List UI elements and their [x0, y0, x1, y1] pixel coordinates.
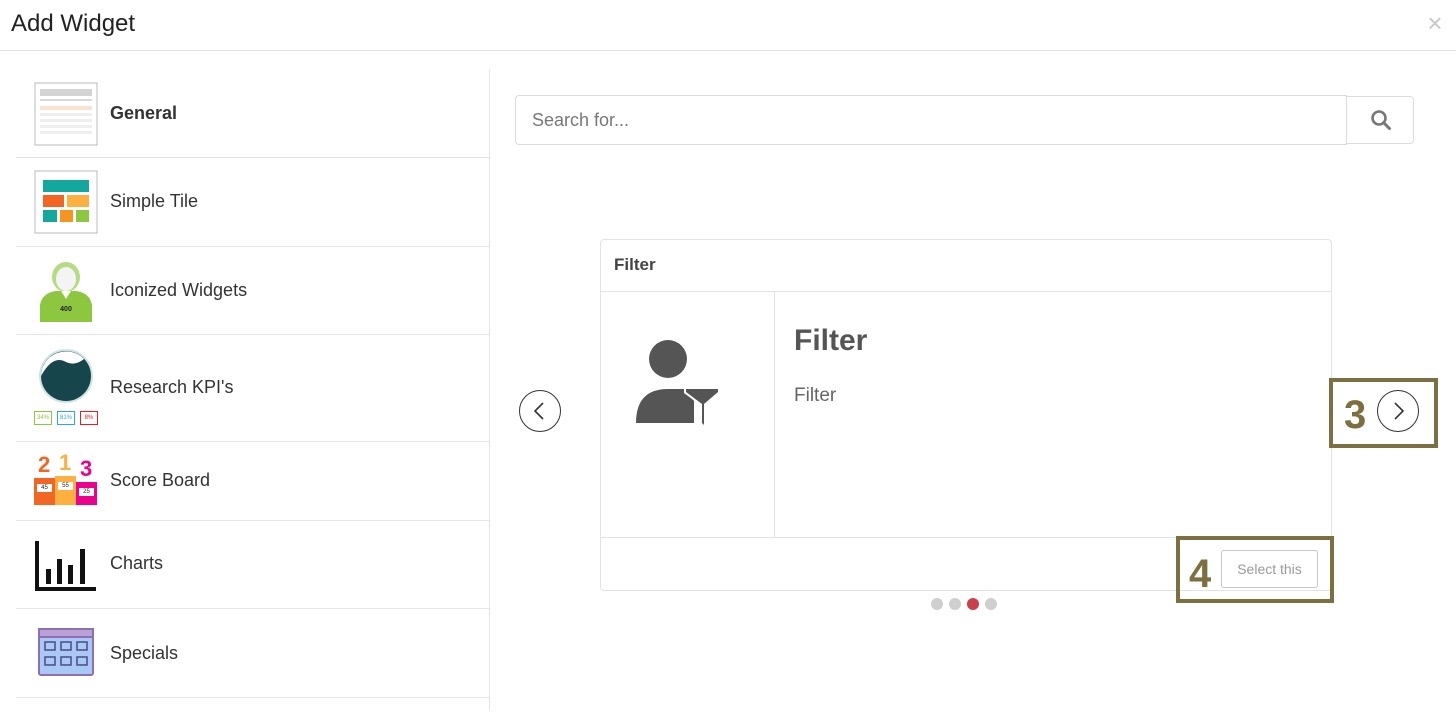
score-value: 45	[37, 484, 52, 492]
sidebar-item-research-kpis[interactable]: 34% 81% 8% Research KPI's	[16, 335, 489, 442]
sidebar-item-score-board[interactable]: 2 1 3 45 55 25 Score Board	[16, 442, 489, 521]
close-icon: ×	[1427, 8, 1443, 38]
close-button[interactable]: ×	[1424, 10, 1446, 36]
card-title: Filter	[794, 324, 868, 357]
general-thumbnail	[34, 82, 98, 146]
search-input[interactable]	[515, 95, 1347, 145]
carousel-dot[interactable]	[949, 598, 961, 610]
card-header: Filter	[601, 240, 1331, 292]
carousel-dot[interactable]	[985, 598, 997, 610]
sidebar-item-label: Iconized Widgets	[110, 280, 248, 300]
carousel-dot[interactable]	[931, 598, 943, 610]
sidebar-item-simple-tile[interactable]: Simple Tile	[16, 158, 489, 247]
search-button[interactable]	[1346, 96, 1414, 144]
dialog-title: Add Widget	[11, 10, 136, 37]
sidebar-item-label: Score Board	[110, 470, 211, 490]
annotation-number: 3	[1344, 393, 1367, 437]
dialog-header: Add Widget ×	[0, 0, 1456, 51]
kpi-badge: 81%	[57, 411, 75, 425]
annotation-number: 4	[1189, 552, 1212, 596]
sidebar-item-specials[interactable]: Specials	[16, 609, 489, 698]
score-rank: 3	[80, 456, 93, 481]
sidebar-item-label: General	[110, 103, 178, 123]
specials-thumbnail	[34, 625, 98, 681]
card-description: Filter	[794, 385, 837, 406]
kpi-badge: 8%	[80, 411, 98, 425]
score-board-thumbnail: 2 1 3 45 55 25	[34, 452, 98, 510]
simple-tile-thumbnail	[34, 170, 98, 234]
iconized-widgets-thumbnail: 400	[34, 259, 98, 323]
widget-category-sidebar: General Simple Tile 400 Iconized Widgets…	[16, 70, 490, 710]
sidebar-item-charts[interactable]: Charts	[16, 521, 489, 609]
iconized-widget-value: 400	[60, 306, 72, 313]
score-bar	[55, 476, 76, 505]
charts-thumbnail	[34, 537, 98, 593]
carousel-dot-active[interactable]	[967, 598, 979, 610]
score-rank: 2	[38, 452, 51, 477]
sidebar-item-label: Simple Tile	[110, 191, 199, 211]
sidebar-item-label: Research KPI's	[110, 377, 234, 397]
score-value: 25	[79, 488, 94, 496]
card-icon-panel	[601, 292, 775, 537]
sidebar-item-label: Charts	[110, 553, 164, 573]
score-value: 55	[58, 482, 73, 490]
kpi-badge: 34%	[34, 411, 52, 425]
sidebar-item-iconized-widgets[interactable]: 400 Iconized Widgets	[16, 247, 489, 335]
chevron-left-icon	[533, 401, 544, 420]
card-header-title: Filter	[614, 255, 656, 274]
score-rank: 1	[59, 450, 72, 475]
research-kpi-thumbnail: 34% 81% 8%	[34, 347, 98, 425]
search-icon	[1371, 110, 1391, 130]
carousel-prev-button[interactable]	[519, 390, 561, 432]
sidebar-item-general[interactable]: General	[16, 70, 489, 158]
user-filter-icon	[636, 340, 720, 427]
sidebar-item-label: Specials	[110, 643, 179, 663]
